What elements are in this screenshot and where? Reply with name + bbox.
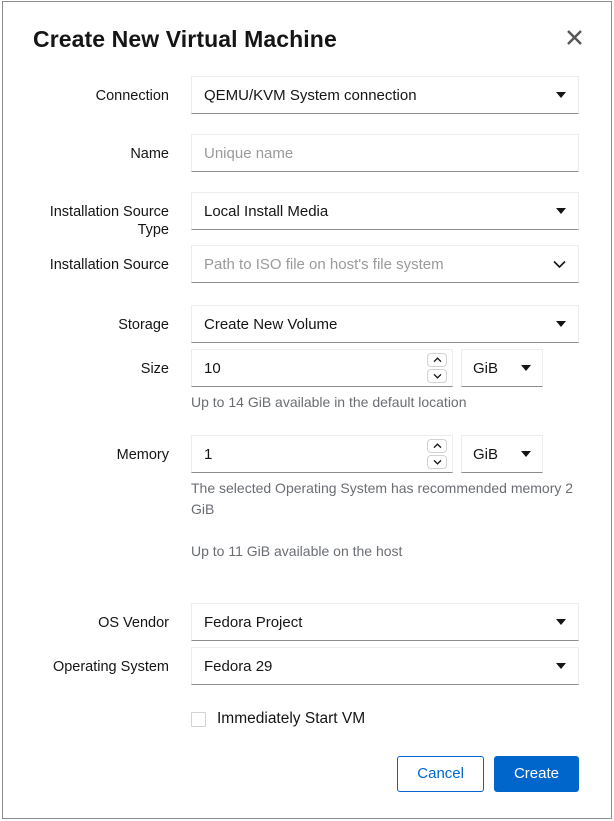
name-label: Name <box>130 146 169 162</box>
operating-system-label: Operating System <box>52 659 169 675</box>
caret-down-icon <box>521 365 531 371</box>
chevron-down-icon <box>553 260 566 268</box>
size-stepper-up[interactable] <box>427 353 447 367</box>
chevron-up-icon <box>433 357 441 363</box>
installation-source-typeahead[interactable]: Path to ISO file on host's file system <box>191 245 579 283</box>
operating-system-select[interactable]: Fedora 29 <box>191 647 579 685</box>
chevron-down-icon <box>433 459 441 465</box>
create-button[interactable]: Create <box>493 756 579 792</box>
chevron-down-icon <box>433 373 441 379</box>
memory-helper-block: The selected Operating System has recomm… <box>33 478 579 562</box>
field-row-memory: Memory 1 GiB <box>33 435 579 473</box>
field-row-os-vendor: OS Vendor Fedora Project <box>33 603 579 641</box>
os-vendor-select[interactable]: Fedora Project <box>191 603 579 641</box>
caret-down-icon <box>556 619 566 625</box>
immediately-start-vm-checkbox[interactable] <box>191 711 206 727</box>
size-stepper-down[interactable] <box>427 369 447 383</box>
dialog-footer: Cancel Create <box>3 756 611 792</box>
storage-select[interactable]: Create New Volume <box>191 305 579 343</box>
size-helper-text: Up to 14 GiB available in the default lo… <box>191 394 467 410</box>
storage-label: Storage <box>118 317 169 333</box>
dialog-header: Create New Virtual Machine <box>3 2 611 54</box>
size-label: Size <box>140 361 169 377</box>
size-input-wrapper <box>191 349 453 387</box>
installation-source-type-label: Installation Source Type <box>49 204 169 238</box>
memory-stepper-up[interactable] <box>427 439 447 453</box>
operating-system-value: Fedora 29 <box>204 658 273 674</box>
cancel-button[interactable]: Cancel <box>397 756 484 792</box>
installation-source-type-value: Local Install Media <box>204 203 329 219</box>
memory-label: Memory <box>116 447 169 463</box>
installation-source-label: Installation Source <box>49 257 169 273</box>
field-row-installation-source-type: Installation Source Type Local Install M… <box>33 192 579 239</box>
size-unit-select[interactable]: GiB <box>461 349 543 387</box>
memory-unit-select[interactable]: GiB <box>461 435 543 473</box>
field-row-name: Name <box>33 134 579 172</box>
storage-value: Create New Volume <box>204 316 338 332</box>
connection-label: Connection <box>95 88 169 104</box>
size-stepper <box>427 353 447 383</box>
immediately-start-vm-row: Immediately Start VM <box>33 710 579 728</box>
field-row-operating-system: Operating System Fedora 29 <box>33 647 579 685</box>
os-vendor-value: Fedora Project <box>204 614 303 630</box>
memory-available-text: Up to 11 GiB available on the host <box>191 543 403 559</box>
connection-select[interactable]: QEMU/KVM System connection <box>191 76 579 114</box>
size-input[interactable] <box>191 349 453 387</box>
field-row-connection: Connection QEMU/KVM System connection <box>33 76 579 114</box>
close-icon[interactable] <box>557 20 591 54</box>
dialog-title: Create New Virtual Machine <box>33 26 337 52</box>
caret-down-icon <box>556 208 566 214</box>
memory-stepper <box>427 439 447 469</box>
installation-source-type-select[interactable]: Local Install Media <box>191 192 579 230</box>
memory-input[interactable] <box>191 435 453 473</box>
memory-stepper-down[interactable] <box>427 455 447 469</box>
field-row-storage: Storage Create New Volume <box>33 305 579 343</box>
memory-unit-value: GiB <box>473 446 499 462</box>
size-unit-value: GiB <box>473 360 499 376</box>
create-vm-dialog: Create New Virtual Machine Connection QE… <box>2 1 612 819</box>
installation-source-placeholder: Path to ISO file on host's file system <box>204 256 444 272</box>
caret-down-icon <box>556 92 566 98</box>
size-helper-block: Up to 14 GiB available in the default lo… <box>33 392 579 413</box>
immediately-start-vm-label[interactable]: Immediately Start VM <box>217 710 365 728</box>
chevron-up-icon <box>433 443 441 449</box>
caret-down-icon <box>556 321 566 327</box>
caret-down-icon <box>556 663 566 669</box>
connection-value: QEMU/KVM System connection <box>204 87 417 103</box>
name-input[interactable] <box>191 134 579 172</box>
dialog-body: Connection QEMU/KVM System connection Na… <box>3 54 611 728</box>
caret-down-icon <box>521 451 531 457</box>
field-row-size: Size 10 GiB <box>33 349 579 387</box>
field-row-installation-source: Installation Source Path to ISO file on … <box>33 245 579 283</box>
memory-input-wrapper <box>191 435 453 473</box>
memory-recommended-text: The selected Operating System has recomm… <box>191 480 574 517</box>
os-vendor-label: OS Vendor <box>98 615 169 631</box>
